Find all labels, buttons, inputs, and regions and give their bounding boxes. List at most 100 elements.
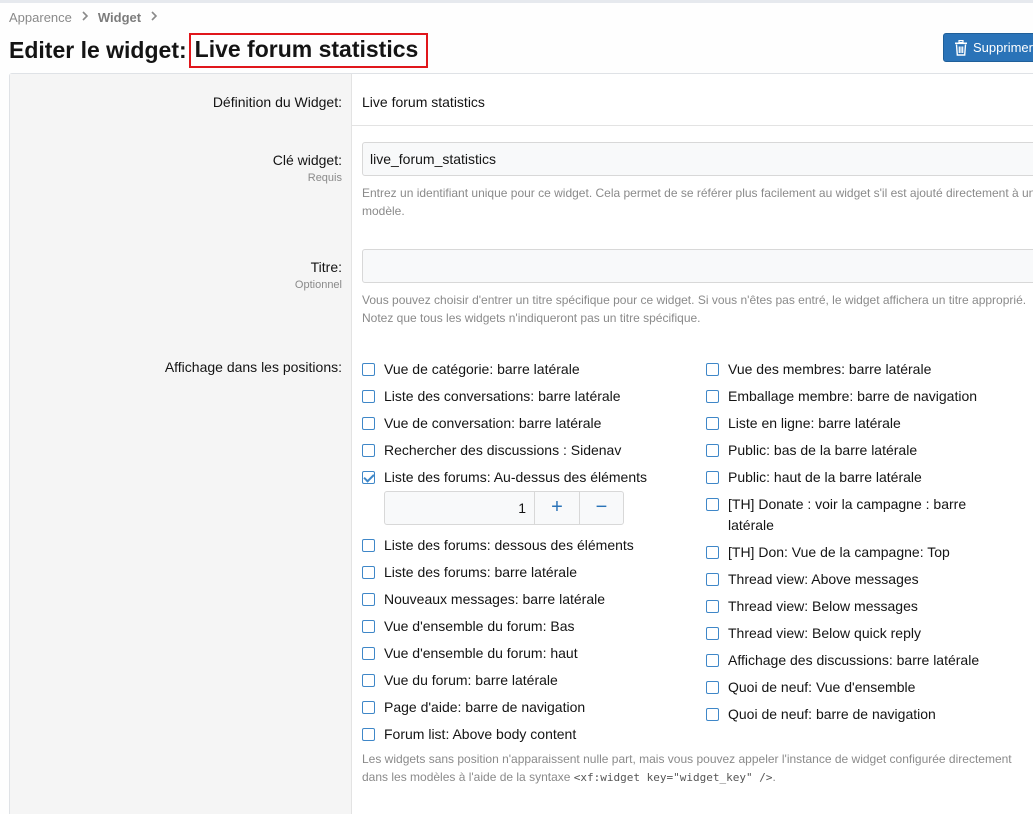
position-option-label: Nouveaux messages: barre latérale xyxy=(384,591,606,607)
right-position-option[interactable]: Quoi de neuf: Vue d'ensemble xyxy=(706,677,1006,698)
page-title-prefix: Editer le widget: xyxy=(9,37,187,63)
right-position-option[interactable]: Emballage membre: barre de navigation xyxy=(706,386,1006,407)
checkbox[interactable] xyxy=(706,681,719,694)
left-position-option[interactable]: Liste des forums: dessous des éléments xyxy=(362,535,692,556)
left-position-option[interactable]: Vue de conversation: barre latérale xyxy=(362,413,692,434)
position-option-label: Liste des forums: Au-dessus des éléments xyxy=(384,469,648,485)
row-divider xyxy=(352,125,1033,126)
left-position-option[interactable]: Liste des forums: Au-dessus des éléments xyxy=(362,467,692,488)
display-order-input[interactable]: 1 xyxy=(385,492,535,524)
widget-key-required: Requis xyxy=(307,172,342,184)
delete-button-label: Supprimer xyxy=(973,40,1033,55)
checkbox[interactable] xyxy=(706,417,719,430)
checkbox[interactable] xyxy=(362,539,375,552)
breadcrumb: Apparence Widget xyxy=(9,8,167,26)
checkbox[interactable] xyxy=(706,600,719,613)
checkbox[interactable] xyxy=(706,498,719,511)
left-position-option[interactable]: Vue d'ensemble du forum: haut xyxy=(362,643,692,664)
right-position-option[interactable]: Liste en ligne: barre latérale xyxy=(706,413,1006,434)
chevron-right-icon xyxy=(82,10,89,24)
checkbox[interactable] xyxy=(706,627,719,640)
right-position-option[interactable]: Thread view: Below messages xyxy=(706,596,1006,617)
chevron-right-icon xyxy=(151,10,158,24)
right-position-option[interactable]: Public: bas de la barre latérale xyxy=(706,440,1006,461)
positions-hint-suffix: . xyxy=(772,770,776,784)
widget-key-label: Clé widget: xyxy=(272,152,342,168)
increment-button[interactable]: + xyxy=(535,492,579,524)
checkbox[interactable] xyxy=(362,593,375,606)
right-position-option[interactable]: Quoi de neuf: barre de navigation xyxy=(706,704,1006,725)
position-option-label: Vue de catégorie: barre latérale xyxy=(384,361,580,377)
page-title-widget-name: Live forum statistics xyxy=(188,33,429,68)
left-position-option[interactable]: Liste des forums: barre latérale xyxy=(362,562,692,583)
trash-icon xyxy=(955,39,967,56)
position-option-label: Emballage membre: barre de navigation xyxy=(728,388,978,404)
position-option-label: Page d'aide: barre de navigation xyxy=(384,699,586,715)
breadcrumb-item-apparence[interactable]: Apparence xyxy=(9,10,72,25)
title-input[interactable] xyxy=(362,249,1033,283)
widget-key-input[interactable]: live_forum_statistics xyxy=(362,142,1033,176)
checkbox[interactable] xyxy=(706,654,719,667)
position-option-label: Vue des membres: barre latérale xyxy=(728,361,932,377)
checkbox[interactable] xyxy=(706,390,719,403)
breadcrumb-item-widget[interactable]: Widget xyxy=(98,10,141,25)
right-position-option[interactable]: [TH] Donate : voir la campagne : barre l… xyxy=(706,494,1006,536)
decrement-button[interactable]: − xyxy=(579,492,623,524)
checkbox[interactable] xyxy=(706,363,719,376)
display-order-stepper[interactable]: 1 + − xyxy=(384,491,624,525)
position-option-label: Thread view: Above messages xyxy=(728,571,919,587)
checkbox[interactable] xyxy=(362,728,375,741)
right-position-option[interactable]: Thread view: Above messages xyxy=(706,569,1006,590)
right-position-option[interactable]: Public: haut de la barre latérale xyxy=(706,467,1006,488)
title-hint: Vous pouvez choisir d'entrer un titre sp… xyxy=(362,293,1027,325)
widget-key-hint: Entrez un identifiant unique pour ce wid… xyxy=(362,186,1033,218)
position-option-label: Thread view: Below quick reply xyxy=(728,625,921,641)
checkbox[interactable] xyxy=(706,573,719,586)
position-option-label: Vue d'ensemble du forum: haut xyxy=(384,645,578,661)
right-position-option[interactable]: Vue des membres: barre latérale xyxy=(706,359,1006,380)
left-position-option[interactable]: Vue de catégorie: barre latérale xyxy=(362,359,692,380)
right-position-option[interactable]: [TH] Don: Vue de la campagne: Top xyxy=(706,542,1006,563)
position-option-label: Vue du forum: barre latérale xyxy=(384,672,558,688)
checkbox-checked[interactable] xyxy=(362,471,375,484)
definition-label: Définition du Widget: xyxy=(212,94,342,110)
position-option-label: Liste des forums: barre latérale xyxy=(384,564,577,580)
title-label: Titre: xyxy=(310,259,342,275)
right-position-option[interactable]: Affichage des discussions: barre latéral… xyxy=(706,650,1006,671)
checkbox[interactable] xyxy=(362,444,375,457)
positions-label: Affichage dans les positions: xyxy=(164,359,342,375)
checkbox[interactable] xyxy=(362,566,375,579)
position-option-label: Quoi de neuf: Vue d'ensemble xyxy=(728,679,916,695)
right-position-option[interactable]: Thread view: Below quick reply xyxy=(706,623,1006,644)
left-position-option[interactable]: Vue du forum: barre latérale xyxy=(362,670,692,691)
position-option-label: Public: haut de la barre latérale xyxy=(728,469,922,485)
left-position-option[interactable]: Vue d'ensemble du forum: Bas xyxy=(362,616,692,637)
checkbox[interactable] xyxy=(362,620,375,633)
form-label-column xyxy=(10,74,352,814)
position-option-label: Liste des forums: dessous des éléments xyxy=(384,537,634,553)
positions-hint: Les widgets sans position n'apparaissent… xyxy=(362,750,1032,787)
checkbox[interactable] xyxy=(362,390,375,403)
left-position-option[interactable]: Liste des conversations: barre latérale xyxy=(362,386,692,407)
checkbox[interactable] xyxy=(706,546,719,559)
checkbox[interactable] xyxy=(362,363,375,376)
left-position-option[interactable]: Nouveaux messages: barre latérale xyxy=(362,589,692,610)
left-position-option[interactable]: Page d'aide: barre de navigation xyxy=(362,697,692,718)
checkbox[interactable] xyxy=(362,647,375,660)
definition-value: Live forum statistics xyxy=(362,94,485,110)
checkbox[interactable] xyxy=(362,674,375,687)
checkbox[interactable] xyxy=(362,417,375,430)
position-option-label: [TH] Don: Vue de la campagne: Top xyxy=(728,544,950,560)
top-border xyxy=(0,0,1033,3)
position-option-label: Quoi de neuf: barre de navigation xyxy=(728,706,936,722)
checkbox[interactable] xyxy=(706,708,719,721)
left-position-option[interactable]: Rechercher des discussions : Sidenav xyxy=(362,440,692,461)
title-optional: Optionnel xyxy=(294,279,342,291)
left-position-option[interactable]: Forum list: Above body content xyxy=(362,724,692,745)
positions-hint-code: <xf:widget key="widget_key" /> xyxy=(573,771,773,784)
checkbox[interactable] xyxy=(706,444,719,457)
delete-button[interactable]: Supprimer xyxy=(943,33,1033,62)
position-option-label: Affichage des discussions: barre latéral… xyxy=(728,652,980,668)
checkbox[interactable] xyxy=(362,701,375,714)
checkbox[interactable] xyxy=(706,471,719,484)
